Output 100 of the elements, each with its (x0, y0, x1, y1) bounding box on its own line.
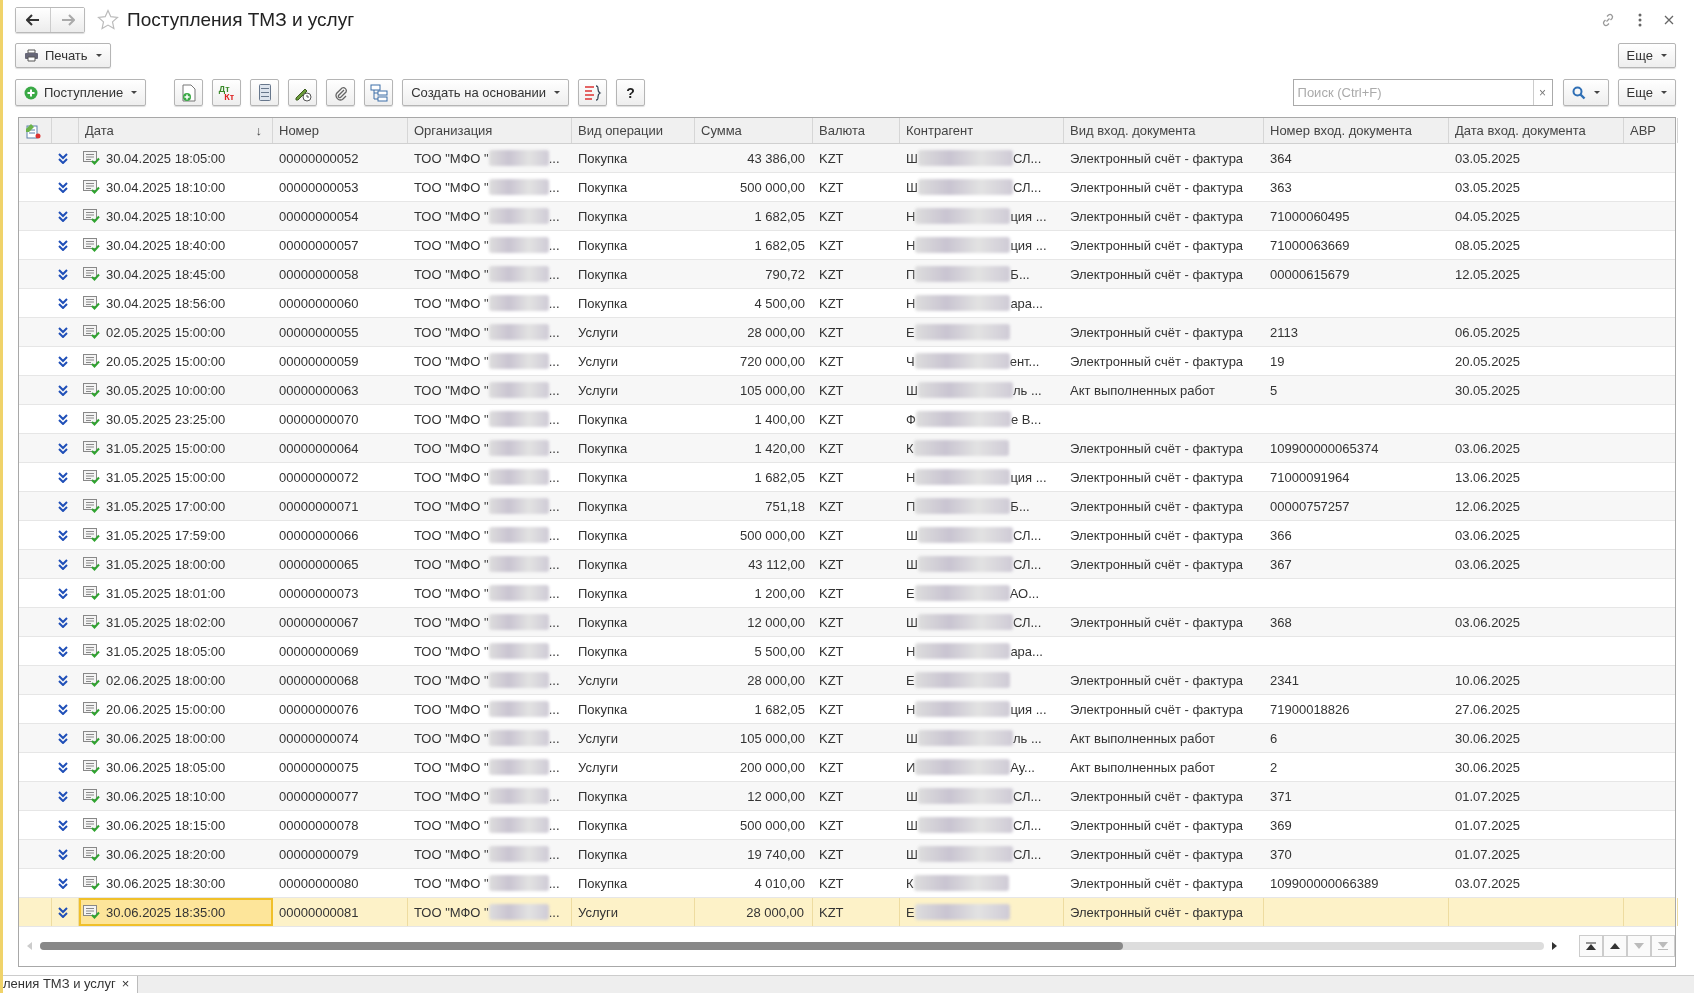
table-cell: Ш (906, 527, 918, 543)
first-row-button[interactable] (1579, 935, 1603, 957)
table-row[interactable]: 02.06.2025 18:00:00 00000000068 ТОО "МФО " ... Услуги 28 000,00 KZT Е Электронный счёт - фактура 2341 10.06.2025 (19, 666, 1675, 695)
column-header[interactable]: Номер (273, 118, 408, 143)
posted-document-icon (83, 296, 100, 310)
column-header[interactable]: Сумма (695, 118, 813, 143)
table-cell: ль ... (1012, 382, 1042, 398)
table-row[interactable]: 31.05.2025 15:00:00 00000000064 ТОО "МФО " ... Покупка 1 420,00 KZT К Электронный счёт - фактура 109900000065374 03.06.2025 (19, 434, 1675, 463)
column-header[interactable]: Дата ↓ (79, 118, 273, 143)
back-button[interactable] (16, 8, 50, 32)
table-cell: 31.05.2025 18:01:00 (106, 585, 226, 601)
search-field[interactable]: Поиск (Ctrl+F) × (1292, 79, 1553, 106)
table-cell: Е (906, 672, 915, 688)
table-cell: Электронный счёт - фактура (1070, 353, 1244, 369)
attach-button[interactable] (326, 79, 356, 106)
table-cell: Покупка (578, 585, 628, 601)
redaction-blur (488, 672, 549, 688)
horizontal-scrollbar[interactable] (40, 942, 1544, 950)
add-copy-button[interactable] (174, 79, 204, 106)
table-cell: KZT (819, 324, 844, 340)
close-tab-button[interactable]: × (121, 976, 130, 992)
table-cell: Электронный счёт - фактура (1070, 846, 1244, 862)
table-row[interactable]: 30.06.2025 18:20:00 00000000079 ТОО "МФО " ... Покупка 19 740,00 KZT Ш СЛ... Электронный счёт - фактура 370 01.07.2025 (19, 840, 1675, 869)
table-cell: KZT (819, 353, 844, 369)
column-header[interactable]: Дата вход. документа (1449, 118, 1624, 143)
column-header[interactable]: Номер вход. документа (1264, 118, 1449, 143)
table-cell: Ш (906, 150, 918, 166)
edit-history-button[interactable] (288, 79, 318, 106)
table-cell: Покупка (578, 875, 628, 891)
more-button[interactable]: Еще (1617, 79, 1676, 106)
table-cell: Электронный счёт - фактура (1070, 672, 1244, 688)
more-vertical-icon[interactable] (1638, 13, 1642, 27)
table-settings-icon[interactable] (25, 122, 41, 139)
table-row[interactable]: 30.04.2025 18:05:00 00000000052 ТОО "МФО " ... Покупка 43 386,00 KZT Ш СЛ... Электронный счёт - фактура 364 03.05.2025 (19, 144, 1675, 173)
column-header[interactable]: Контрагент (900, 118, 1064, 143)
table-cell: 04.05.2025 (1455, 208, 1521, 224)
column-header[interactable]: Организация (408, 118, 572, 143)
create-based-on-button[interactable]: Создать на основании (402, 79, 570, 106)
table-cell: KZT (819, 585, 844, 601)
close-icon[interactable] (1664, 15, 1674, 25)
table-row[interactable]: 30.04.2025 18:10:00 00000000054 ТОО "МФО " ... Покупка 1 682,05 KZT Н ция ... Электронный счёт - фактура 71000060495 04.05.2025 (19, 202, 1675, 231)
column-header[interactable]: Валюта (813, 118, 900, 143)
create-button[interactable]: Поступление (15, 79, 147, 106)
clear-search-button[interactable]: × (1532, 80, 1552, 105)
table-cell: 00000000075 (279, 759, 359, 775)
table-row[interactable]: 31.05.2025 18:02:00 00000000067 ТОО "МФО " ... Покупка 12 000,00 KZT Ш СЛ... Электронный счёт - фактура 368 03.06.2025 (19, 608, 1675, 637)
print-button[interactable]: Печать (15, 43, 111, 68)
table-cell: 6 (1270, 730, 1278, 746)
table-cell: ара... (1010, 643, 1043, 659)
previous-row-button[interactable] (1603, 935, 1627, 957)
double-chevron-icon (58, 906, 68, 918)
table-row[interactable]: 30.04.2025 18:45:00 00000000058 ТОО "МФО " ... Покупка 790,72 KZT П Б... Электронный счёт - фактура 00000615679 12.05.2025 (19, 260, 1675, 289)
table-cell: Покупка (578, 643, 628, 659)
table-cell: Покупка (578, 237, 628, 253)
help-button[interactable]: ? (616, 79, 646, 106)
table-cell: 43 386,00 (747, 150, 805, 166)
scroll-right-icon[interactable] (1552, 942, 1557, 950)
table-cell: Покупка (578, 701, 628, 717)
postings-button[interactable]: Дт Кт (212, 79, 242, 106)
table-cell: KZT (819, 759, 844, 775)
table-row[interactable]: 30.06.2025 18:35:00 00000000081 ТОО "МФО " ... Услуги 28 000,00 KZT Е Электронный счёт - фактура (19, 898, 1675, 927)
table-cell: 00000000067 (279, 614, 359, 630)
table-cell: 30.06.2025 18:15:00 (106, 817, 226, 833)
link-icon[interactable] (1600, 12, 1616, 28)
report-button[interactable] (578, 79, 608, 106)
table-row[interactable]: 31.05.2025 17:00:00 00000000071 ТОО "МФО " ... Покупка 751,18 KZT П Б... Электронный счёт - фактура 00000757257 12.06.2025 (19, 492, 1675, 521)
table-cell: 109900000066389 (1270, 875, 1379, 891)
redaction-blur (488, 614, 549, 630)
table-cell: К (906, 440, 914, 456)
list-button[interactable] (250, 79, 280, 106)
open-window-tab[interactable]: ления ТМЗ и услуг × (3, 976, 139, 993)
column-header[interactable]: Вид операции (572, 118, 695, 143)
table-cell: 367 (1270, 556, 1292, 572)
table-row[interactable]: 02.05.2025 15:00:00 00000000055 ТОО "МФО " ... Услуги 28 000,00 KZT Е Электронный счёт - фактура 2113 06.05.2025 (19, 318, 1675, 347)
posted-document-icon (83, 760, 100, 774)
column-header[interactable]: Вид вход. документа (1064, 118, 1264, 143)
table-row[interactable]: 30.06.2025 18:10:00 00000000077 ТОО "МФО " ... Покупка 12 000,00 KZT Ш СЛ... Электронный счёт - фактура 371 01.07.2025 (19, 782, 1675, 811)
structure-icon (369, 83, 388, 102)
table-cell: ... (548, 701, 560, 717)
table-cell: 00000000058 (279, 266, 359, 282)
posted-document-icon (83, 557, 100, 571)
table-cell: Электронный счёт - фактура (1070, 788, 1244, 804)
table-cell: 43 112,00 (748, 556, 805, 572)
posted-document-icon (83, 789, 100, 803)
table-cell: ТОО "МФО " (414, 382, 489, 398)
table-row[interactable]: 31.05.2025 18:00:00 00000000065 ТОО "МФО " ... Покупка 43 112,00 KZT Ш СЛ... Электронный счёт - фактура 367 03.06.2025 (19, 550, 1675, 579)
column-header[interactable]: АВР (1624, 118, 1678, 143)
table-cell: ... (548, 643, 560, 659)
table-row[interactable]: 30.05.2025 10:00:00 00000000063 ТОО "МФО " ... Услуги 105 000,00 KZT Ш ль ... Акт выполненных работ 5 30.05.2025 (19, 376, 1675, 405)
structure-button[interactable] (364, 79, 394, 106)
more-button[interactable]: Еще (1617, 43, 1676, 68)
table-cell: 30.04.2025 18:10:00 (106, 208, 226, 224)
table-cell: Ш (906, 179, 918, 195)
table-row[interactable]: 30.06.2025 18:00:00 00000000074 ТОО "МФО " ... Услуги 105 000,00 KZT Ш ль ... Акт выполненных работ 6 30.06.2025 (19, 724, 1675, 753)
table-cell: Покупка (578, 295, 628, 311)
table-cell: Покупка (578, 527, 628, 543)
table-cell: ТОО "МФО " (414, 295, 489, 311)
search-button[interactable] (1562, 79, 1609, 106)
favorite-star-icon[interactable] (97, 9, 119, 31)
document-plus-icon (180, 83, 197, 102)
